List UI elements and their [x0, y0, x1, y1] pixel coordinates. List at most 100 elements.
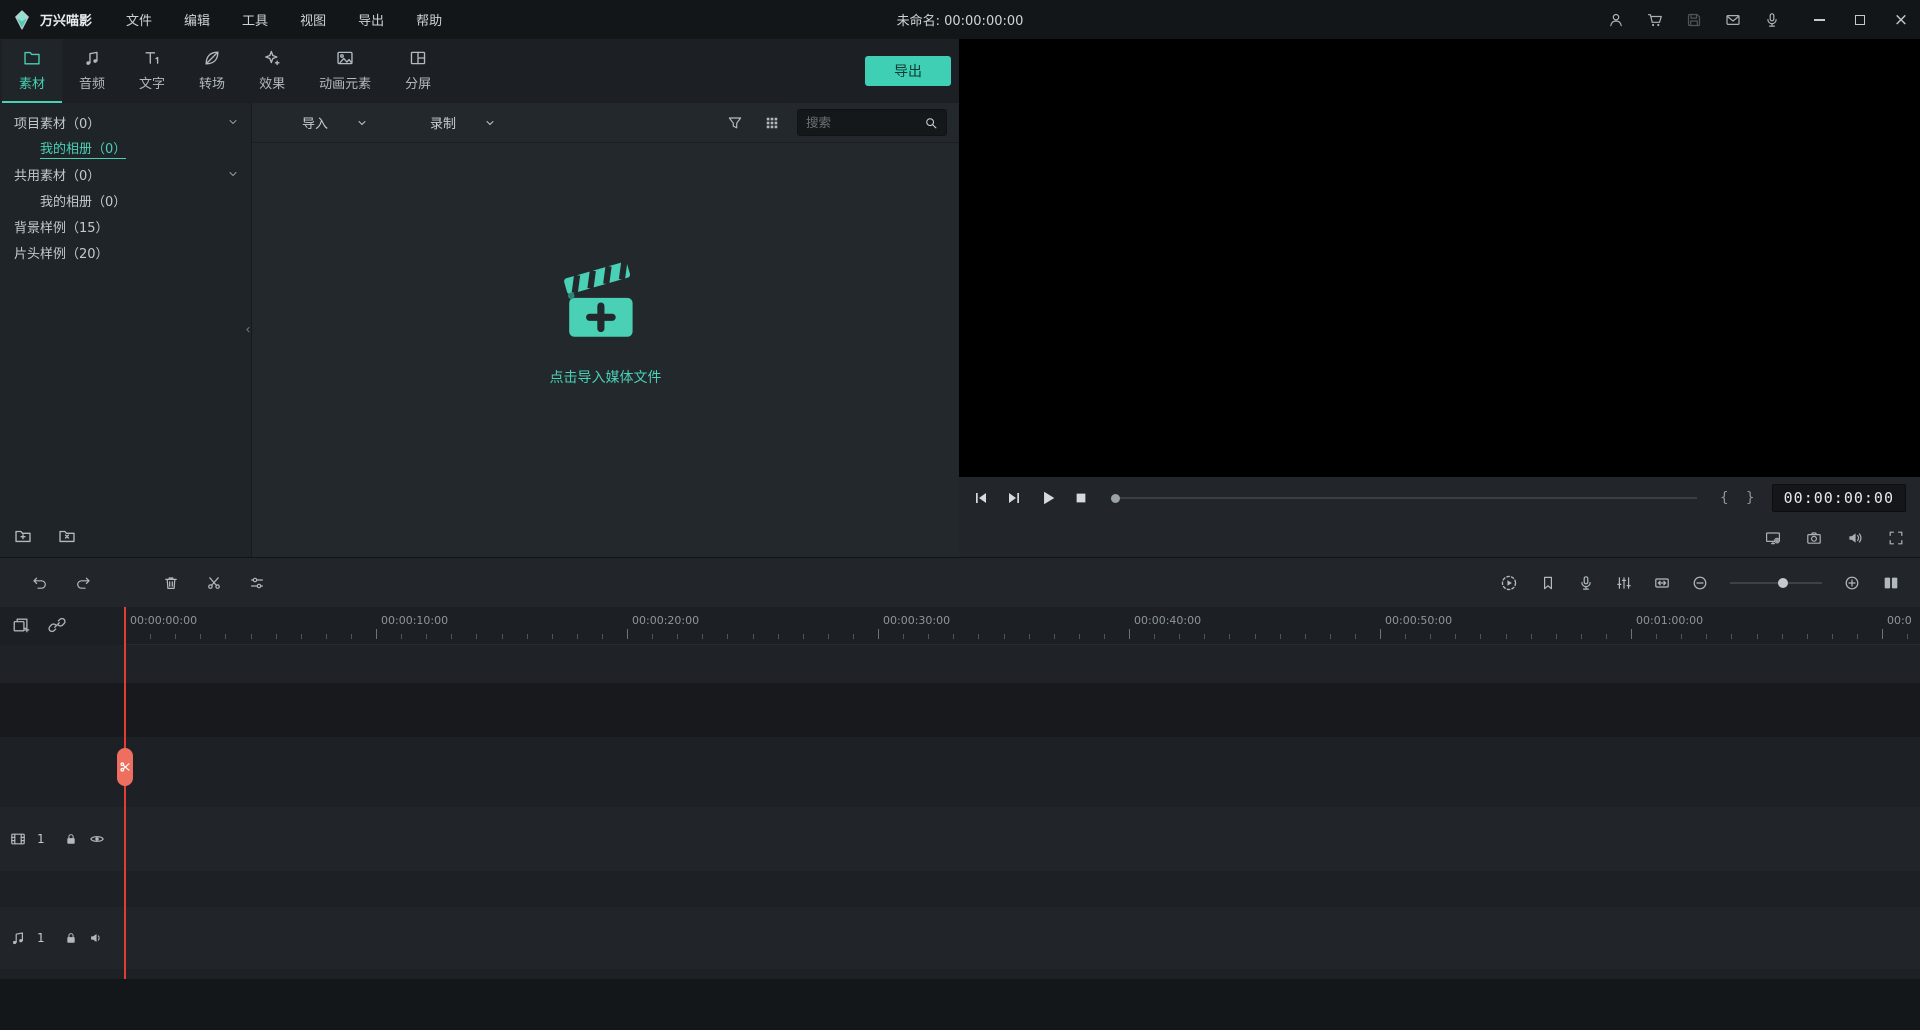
audio-note-icon [86, 51, 98, 65]
mute-track-button[interactable] [89, 931, 103, 945]
sidebar-item-my-album[interactable]: 我的相册（0） [0, 135, 251, 161]
cart-icon [1647, 13, 1662, 26]
link-button[interactable] [48, 616, 66, 634]
lock-track-button[interactable] [64, 832, 78, 846]
snapshot-button[interactable] [1806, 530, 1822, 546]
import-media-dropzone[interactable]: 点击导入媒体文件 [252, 115, 959, 529]
tab-text[interactable]: 文字 [122, 39, 182, 103]
effects-icon [265, 50, 280, 65]
ruler-label: 00:00:40:00 [1134, 614, 1202, 627]
adjust-button[interactable] [249, 575, 265, 591]
delete-folder-button[interactable] [58, 527, 76, 545]
zoom-slider[interactable] [1730, 576, 1822, 590]
fit-timeline-button[interactable] [1654, 575, 1670, 591]
audio-track-lane[interactable] [0, 907, 1920, 969]
menu-file[interactable]: 文件 [126, 10, 152, 29]
app-logo-icon [15, 9, 29, 30]
tab-label: 分屏 [405, 76, 432, 92]
store-button[interactable] [1647, 12, 1663, 28]
feedback-button[interactable] [1725, 12, 1741, 28]
fit-timeline-icon [1655, 577, 1669, 588]
menubar: 文件 编辑 工具 视图 导出 帮助 [126, 10, 442, 29]
save-button[interactable] [1686, 12, 1702, 28]
user-icon [1610, 13, 1622, 26]
redo-button[interactable] [75, 575, 91, 591]
zoom-slider-track[interactable] [1730, 581, 1822, 584]
add-folder-button[interactable] [14, 527, 32, 545]
step-forward-button[interactable] [1006, 490, 1022, 506]
stop-button[interactable] [1074, 491, 1088, 505]
sidebar-item-shared-media[interactable]: 共用素材（0） [0, 161, 251, 187]
fullscreen-button[interactable] [1888, 530, 1904, 546]
playhead-line[interactable] [124, 607, 126, 979]
marker-button[interactable] [1540, 575, 1556, 591]
tab-effects[interactable]: 效果 [242, 39, 302, 103]
render-preview-button[interactable] [1500, 574, 1518, 592]
menu-edit[interactable]: 编辑 [184, 10, 210, 29]
menu-export[interactable]: 导出 [358, 10, 384, 29]
ruler-tick [1631, 629, 1632, 639]
audio-track-number: 1 [37, 931, 45, 945]
step-back-icon [976, 493, 986, 503]
menu-view[interactable]: 视图 [300, 10, 326, 29]
seek-handle[interactable] [1111, 493, 1120, 503]
zoom-in-icon [1845, 576, 1859, 589]
mark-out-button[interactable]: } [1746, 490, 1755, 506]
ruler-tick [325, 634, 327, 639]
project-title: 未命名: 00:00:00:00 [896, 14, 1024, 29]
tab-media[interactable]: 素材 [2, 39, 63, 103]
seek-bar[interactable] [1111, 493, 1697, 503]
zoom-slider-handle[interactable] [1778, 577, 1789, 588]
display-settings-button[interactable] [1765, 530, 1781, 546]
timeline-toolbar [0, 557, 1920, 607]
zoom-in-button[interactable] [1844, 575, 1860, 591]
menu-tools[interactable]: 工具 [242, 10, 268, 29]
voiceover-button[interactable] [1578, 575, 1594, 591]
seek-track[interactable] [1120, 497, 1697, 499]
manage-tracks-button[interactable] [12, 616, 30, 634]
timeline-strip [0, 871, 1920, 907]
lock-track-button[interactable] [64, 931, 78, 945]
export-button[interactable]: 导出 [865, 56, 951, 86]
text-icon [145, 51, 159, 64]
tab-transitions[interactable]: 转场 [182, 39, 242, 103]
undo-button[interactable] [32, 575, 48, 591]
zoom-out-button[interactable] [1692, 575, 1708, 591]
download-center-button[interactable] [1764, 12, 1780, 28]
menu-help[interactable]: 帮助 [416, 10, 442, 29]
toggle-visibility-button[interactable] [89, 831, 105, 847]
delete-button[interactable] [163, 575, 179, 591]
chevron-down-icon[interactable] [227, 168, 239, 180]
mixer-button[interactable] [1616, 575, 1632, 591]
sidebar-item-project-media[interactable]: 项目素材（0） [0, 109, 251, 135]
tab-audio[interactable]: 音频 [62, 39, 122, 103]
play-button[interactable] [1039, 489, 1057, 507]
account-button[interactable] [1608, 12, 1624, 28]
sidebar-item-intro-samples[interactable]: 片头样例（20） [0, 239, 251, 265]
ruler-tick [677, 634, 679, 639]
ruler-tick [702, 634, 704, 639]
zoom-out-icon [1693, 576, 1707, 589]
ruler-tick [1681, 634, 1683, 639]
timeline[interactable]: 00:00:00:00 00:00:10:00 00:00:20:00 00:00:3… [0, 607, 1920, 1030]
step-back-button[interactable] [973, 490, 989, 506]
sidebar-item-background-samples[interactable]: 背景样例（15） [0, 213, 251, 239]
chevron-down-icon[interactable] [227, 116, 239, 128]
close-button[interactable]: × [1894, 11, 1908, 28]
volume-icon [1849, 533, 1862, 543]
minimize-button[interactable] [1812, 13, 1826, 27]
tab-elements[interactable]: 动画元素 [302, 39, 388, 103]
playhead-handle[interactable] [117, 748, 133, 786]
volume-button[interactable] [1847, 530, 1863, 546]
maximize-button[interactable] [1853, 13, 1867, 27]
timeline-ruler[interactable]: 00:00:00:00 00:00:10:00 00:00:20:00 00:00:3… [125, 607, 1920, 645]
sidebar-item-my-album-2[interactable]: 我的相册（0） [0, 187, 251, 213]
dual-pane-button[interactable] [1882, 574, 1900, 592]
tab-splitscreen[interactable]: 分屏 [388, 39, 448, 103]
collapse-sidebar-icon: ‹ [245, 322, 251, 338]
split-button[interactable] [206, 575, 222, 591]
ruler-tick [576, 634, 578, 639]
mark-in-button[interactable]: { [1720, 490, 1729, 506]
video-track-lane[interactable] [0, 807, 1920, 871]
speaker-icon [90, 933, 100, 943]
